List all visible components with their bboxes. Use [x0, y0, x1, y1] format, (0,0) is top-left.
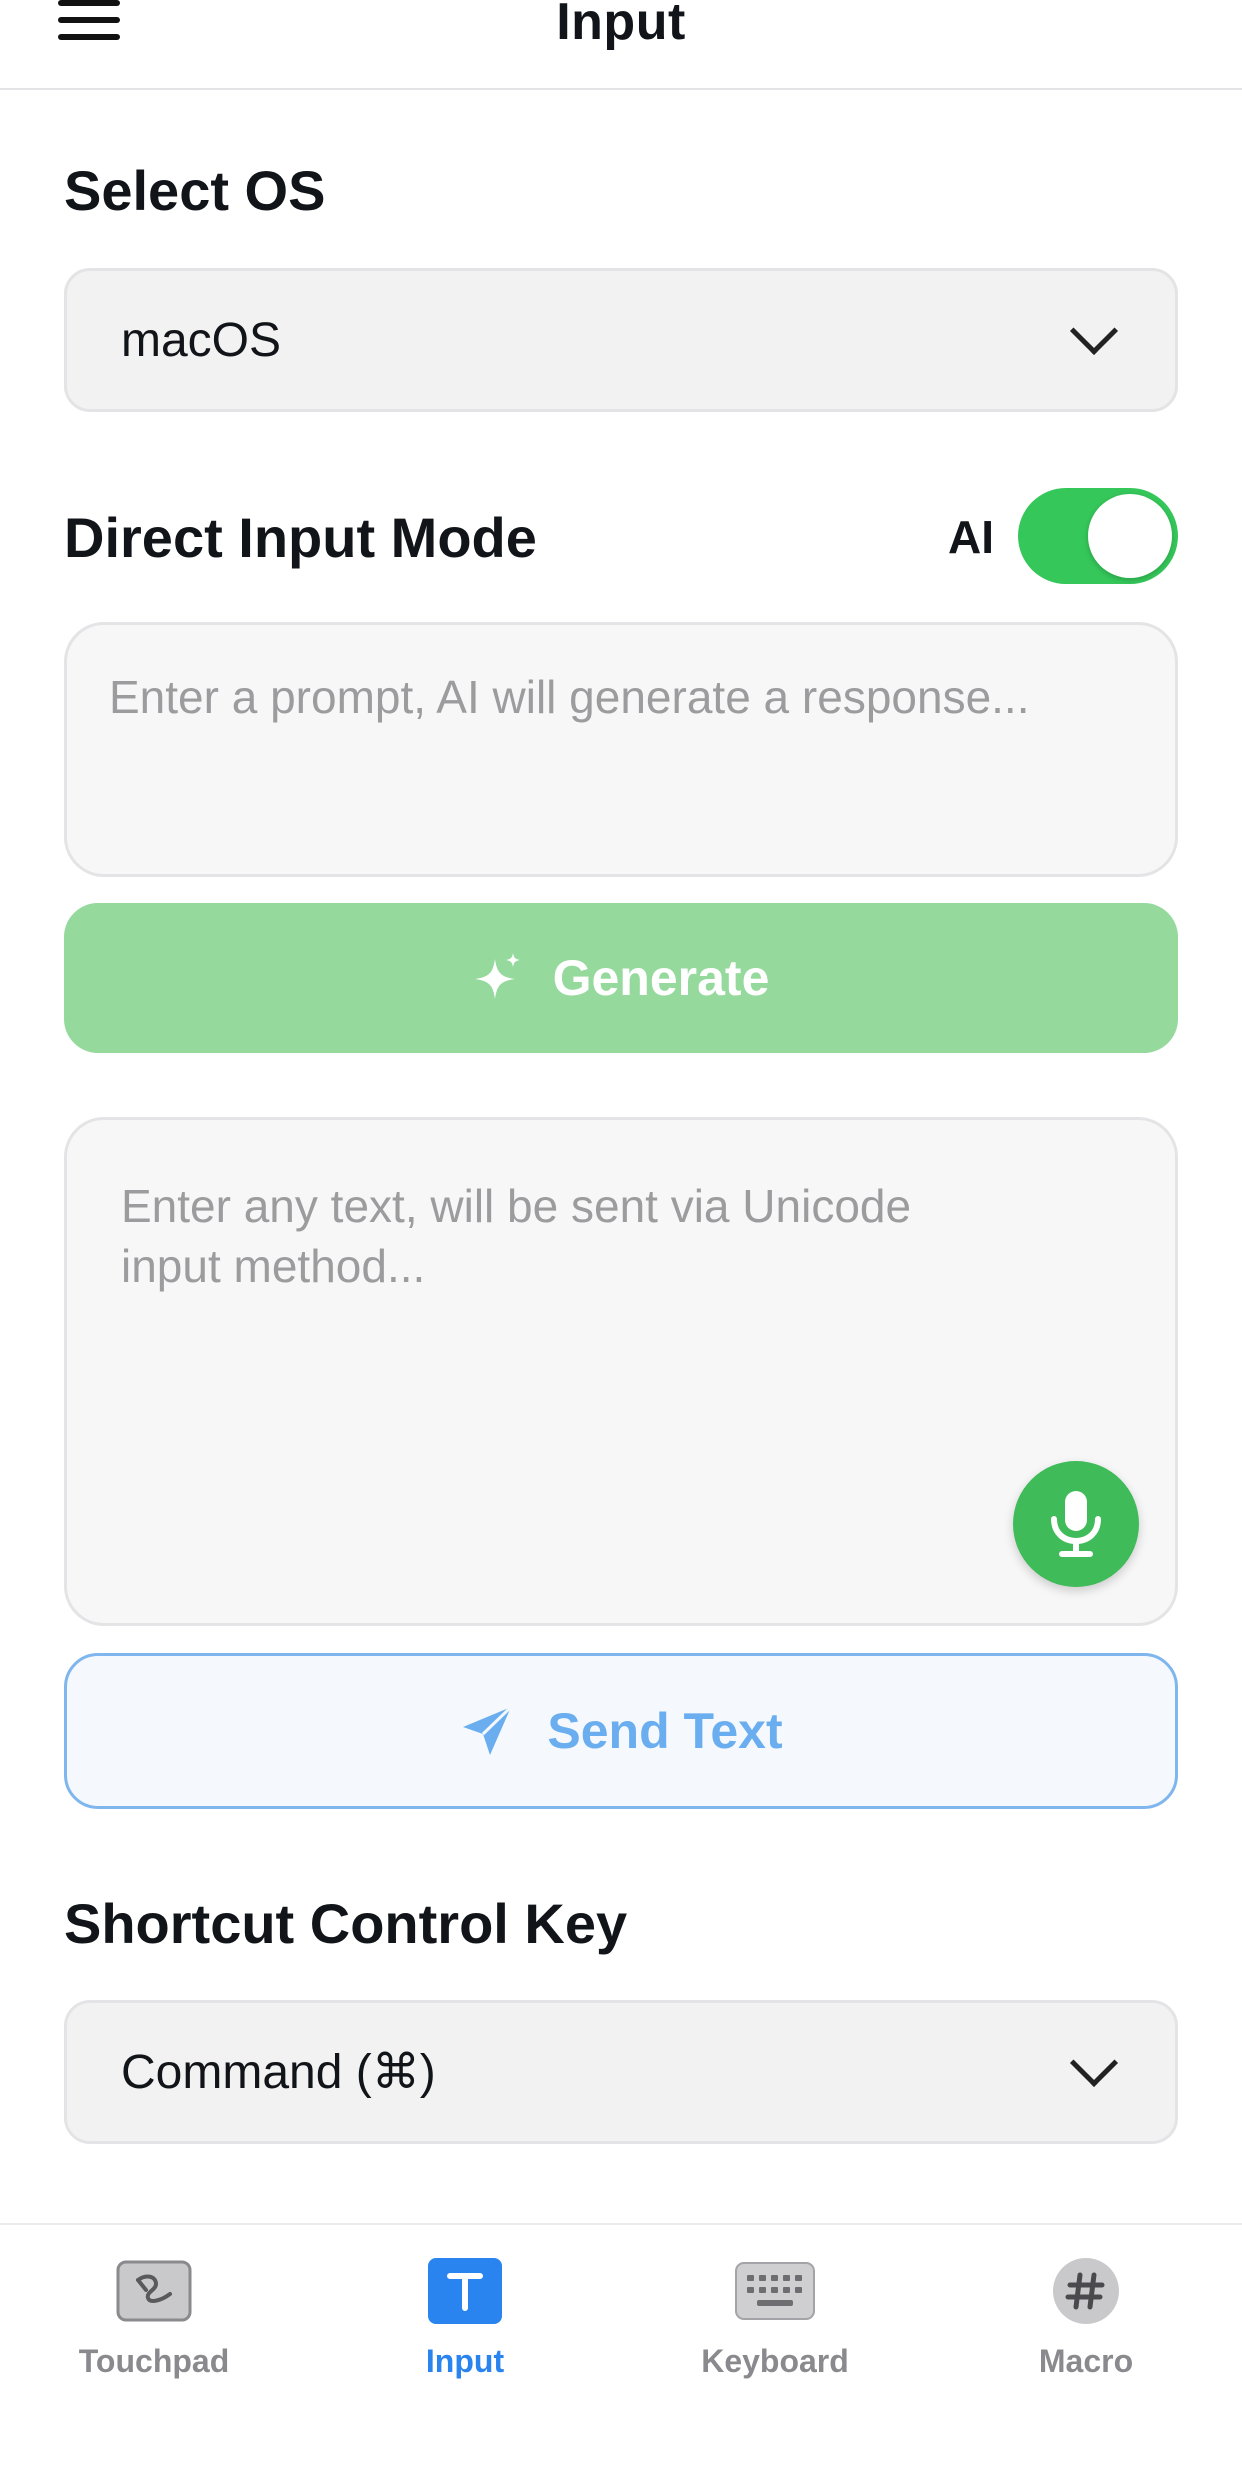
shortcut-key-select[interactable]: Command (⌘): [64, 2000, 1178, 2144]
shortcut-control-key-title: Shortcut Control Key: [64, 1892, 628, 1955]
keyboard-icon: [735, 2262, 815, 2320]
os-select-value: macOS: [121, 313, 282, 367]
tab-macro-label: Macro: [1038, 2343, 1134, 2379]
generate-label: Generate: [552, 950, 770, 1006]
text-placeholder-line1: Enter any text, will be sent via Unicode: [121, 1180, 912, 1232]
chevron-down-icon: [1069, 2038, 1119, 2088]
shortcut-key-value: Command (⌘): [121, 2046, 436, 2099]
send-text-button[interactable]: Send Text: [64, 1653, 1178, 1809]
input-screen: Input Select OS macOS Direct Input Mode …: [0, 0, 1242, 2487]
send-text-label: Send Text: [547, 1703, 783, 1759]
os-select[interactable]: macOS: [64, 268, 1178, 412]
ai-toggle-label: AI: [948, 511, 994, 563]
hash-icon: [1053, 2258, 1119, 2324]
generate-button[interactable]: Generate: [64, 903, 1178, 1053]
prompt-input[interactable]: Enter a prompt, AI will generate a respo…: [64, 622, 1178, 877]
tab-macro[interactable]: Macro: [966, 2255, 1206, 2380]
toggle-knob: [1088, 494, 1172, 578]
prompt-placeholder: Enter a prompt, AI will generate a respo…: [109, 671, 1030, 723]
page-title: Input: [556, 0, 686, 51]
bottom-tab-bar: Touchpad Input Keyboard Macro: [0, 2223, 1242, 2487]
microphone-button[interactable]: [1013, 1461, 1139, 1587]
tab-input-label: Input: [425, 2343, 505, 2379]
chevron-down-icon: [1069, 306, 1119, 356]
microphone-icon: [1051, 1491, 1101, 1557]
ai-toggle[interactable]: [1018, 488, 1178, 584]
send-icon: [463, 1705, 513, 1755]
select-os-title: Select OS: [64, 159, 326, 222]
tab-keyboard[interactable]: Keyboard: [655, 2255, 895, 2380]
touchpad-icon: [116, 2260, 192, 2322]
tab-keyboard-label: Keyboard: [701, 2343, 849, 2379]
sparkle-icon: [474, 953, 520, 999]
text-placeholder-line2: input method...: [121, 1240, 426, 1292]
tab-touchpad-label: Touchpad: [78, 2343, 230, 2379]
top-bar: Input: [0, 0, 1242, 90]
direct-input-mode-title: Direct Input Mode: [64, 506, 537, 569]
text-input-icon: [428, 2258, 502, 2324]
unicode-text-input[interactable]: Enter any text, will be sent via Unicode…: [64, 1117, 1178, 1626]
tab-touchpad[interactable]: Touchpad: [34, 2255, 274, 2380]
tab-input[interactable]: Input: [345, 2255, 585, 2380]
